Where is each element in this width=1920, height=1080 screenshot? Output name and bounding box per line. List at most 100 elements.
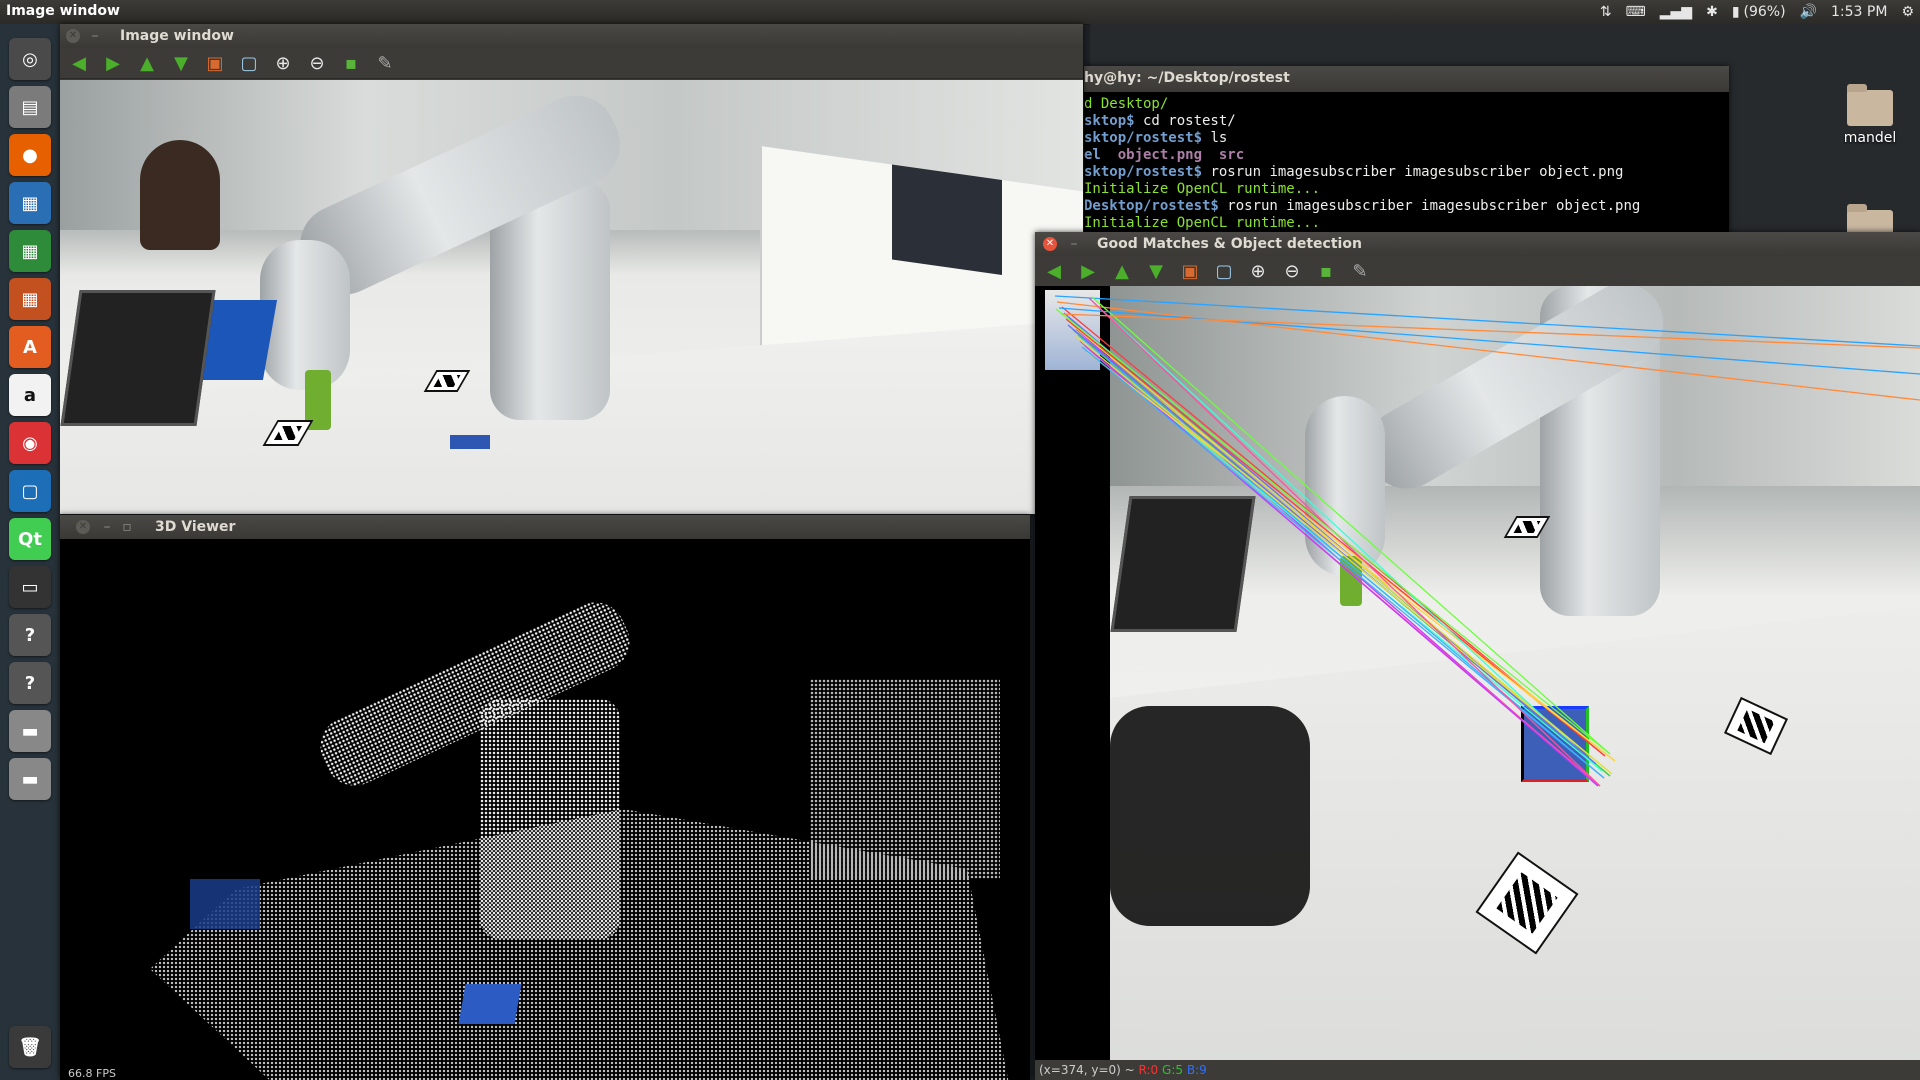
save-icon[interactable]: ▪ <box>1313 259 1339 283</box>
feature-match-line <box>1054 295 1920 347</box>
launcher-calc-icon[interactable]: ▦ <box>9 230 51 272</box>
feature-match-line <box>1091 296 1611 755</box>
feature-match-line <box>1088 297 1601 787</box>
launcher-drive-1-icon[interactable]: ▬ <box>9 710 51 752</box>
arrow-up-icon[interactable]: ▲ <box>134 51 160 75</box>
bluetooth-icon[interactable]: ✱ <box>1706 4 1718 20</box>
terminal-window[interactable]: hy@hy: ~/Desktop/rostest d Desktop/sktop… <box>1084 66 1729 236</box>
terminal-prompt: sktop/rostest$ <box>1084 164 1203 180</box>
point-cloud-canvas[interactable] <box>60 539 1030 1080</box>
save-icon[interactable]: ▪ <box>338 51 364 75</box>
terminal-command: rosrun imagesubscriber imagesubscriber o… <box>1218 198 1641 214</box>
minimize-icon[interactable]: – <box>1067 237 1081 251</box>
top-panel: Image window ⇅ ⌨ ▂▄▆ ✱ ▮ (96%) 🔊 1:53 PM … <box>0 0 1920 25</box>
point-cloud-wall <box>810 679 1000 879</box>
image-window-toolbar: ◀ ▶ ▲ ▼ ▣ ▢ ⊕ ⊖ ▪ ✎ <box>60 48 1083 79</box>
arrow-left-icon[interactable]: ◀ <box>66 51 92 75</box>
zoom-fit-icon[interactable]: ▣ <box>1177 259 1203 283</box>
battery-percent: (96%) <box>1743 4 1786 20</box>
status-coordinates: (x=374, y=0) ~ <box>1039 1063 1135 1077</box>
close-icon[interactable]: ✕ <box>76 520 90 534</box>
image-window-titlebar[interactable]: ✕ – Image window <box>60 24 1083 48</box>
arrow-right-icon[interactable]: ▶ <box>1075 259 1101 283</box>
3d-viewer-titlebar[interactable]: ✕ – ▫ 3D Viewer <box>60 515 1030 539</box>
desktop-folder-mandel[interactable]: mandel <box>1820 84 1920 146</box>
laptop <box>60 290 216 426</box>
launcher-software-center-icon[interactable]: A <box>9 326 51 368</box>
person <box>140 140 220 250</box>
camera-image: Durch die Verwendung von VRFeedback-Tech… <box>60 80 1083 514</box>
launcher-writer-icon[interactable]: ▦ <box>9 182 51 224</box>
maximize-icon[interactable]: ▫ <box>120 520 134 534</box>
launcher-impress-icon[interactable]: ▦ <box>9 278 51 320</box>
volume-icon[interactable]: 🔊 <box>1800 4 1817 20</box>
zoom-in-icon[interactable]: ⊕ <box>270 51 296 75</box>
zoom-original-icon[interactable]: ▢ <box>236 51 262 75</box>
arrow-right-icon[interactable]: ▶ <box>100 51 126 75</box>
feature-match-line <box>1056 301 1920 401</box>
launcher-virtualbox-icon[interactable]: ▢ <box>9 470 51 512</box>
status-red: R:0 <box>1138 1063 1159 1077</box>
keyboard-icon[interactable]: ⌨ <box>1626 4 1646 20</box>
wifi-signal-icon[interactable]: ▂▄▆ <box>1660 4 1692 20</box>
folder-label: mandel <box>1843 130 1897 146</box>
point-cloud-object <box>458 984 522 1024</box>
feature-match-line <box>1060 313 1920 349</box>
point-cloud-blue-box <box>190 879 260 929</box>
terminal-prompt: Desktop/rostest$ <box>1084 198 1219 214</box>
clock[interactable]: 1:53 PM <box>1831 4 1887 20</box>
launcher-firefox-icon[interactable]: ● <box>9 134 51 176</box>
matches-titlebar[interactable]: ✕ – Good Matches & Object detection <box>1035 232 1920 256</box>
terminal-command: cd rostest/ <box>1134 113 1236 129</box>
terminal-prompt: el <box>1084 147 1118 163</box>
launcher-unknown-app-1-icon[interactable]: ? <box>9 614 51 656</box>
close-icon[interactable]: ✕ <box>1043 237 1057 251</box>
zoom-out-icon[interactable]: ⊖ <box>1279 259 1305 283</box>
launcher-unknown-app-2-icon[interactable]: ? <box>9 662 51 704</box>
launcher-ubuntu-dash-icon[interactable]: ◎ <box>9 38 51 80</box>
session-menu-icon[interactable]: ⚙ <box>1901 4 1914 20</box>
unity-launcher: ◎ ▤ ● ▦ ▦ ▦ Aa ◉ ▢ Qt ▭?? ▬ ▬ 🗑 <box>0 24 61 1080</box>
terminal-line: d Desktop/ <box>1084 96 1725 113</box>
feature-match-line <box>1077 334 1605 779</box>
properties-icon[interactable]: ✎ <box>1347 259 1373 283</box>
arrow-up-icon[interactable]: ▲ <box>1109 259 1135 283</box>
launcher-amazon-icon[interactable]: a <box>9 374 51 416</box>
terminal-prompt: Initialize OpenCL runtime... <box>1084 181 1321 197</box>
good-matches-window[interactable]: ✕ – Good Matches & Object detection ◀ ▶ … <box>1035 232 1920 1080</box>
launcher-qt-creator-icon[interactable]: Qt <box>9 518 51 560</box>
zoom-original-icon[interactable]: ▢ <box>1211 259 1237 283</box>
poster-photo <box>892 164 1002 275</box>
battery-indicator[interactable]: ▮ (96%) <box>1732 4 1786 20</box>
minimize-icon[interactable]: – <box>88 29 102 43</box>
status-blue: B:9 <box>1186 1063 1207 1077</box>
terminal-line: sktop/rostest$ ls <box>1084 130 1725 147</box>
arrow-down-icon[interactable]: ▼ <box>168 51 194 75</box>
terminal-prompt: sktop$ <box>1084 113 1135 129</box>
zoom-out-icon[interactable]: ⊖ <box>304 51 330 75</box>
terminal-command: object.png src <box>1117 147 1245 163</box>
matches-image[interactable] <box>1035 286 1920 1060</box>
terminal-prompt: sktop/rostest$ <box>1084 130 1203 146</box>
image-window[interactable]: ✕ – Image window ◀ ▶ ▲ ▼ ▣ ▢ ⊕ ⊖ ▪ ✎ Dur… <box>60 24 1083 514</box>
3d-viewer-window[interactable]: ✕ – ▫ 3D Viewer 66.8 FPS <box>60 515 1030 1080</box>
network-manager-icon[interactable]: ⇅ <box>1600 4 1612 20</box>
terminal-prompt: Initialize OpenCL runtime... <box>1084 215 1321 231</box>
minimize-icon[interactable]: – <box>100 520 114 534</box>
feature-match-line <box>1081 346 1605 779</box>
feature-match-line <box>1093 302 1603 772</box>
launcher-trash-icon[interactable]: 🗑 <box>9 1026 51 1068</box>
launcher-drive-2-icon[interactable]: ▬ <box>9 758 51 800</box>
terminal-output[interactable]: d Desktop/sktop$ cd rostest/sktop/rostes… <box>1084 92 1729 236</box>
launcher-files-icon[interactable]: ▤ <box>9 86 51 128</box>
zoom-fit-icon[interactable]: ▣ <box>202 51 228 75</box>
launcher-terminal-icon[interactable]: ▭ <box>9 566 51 608</box>
arrow-left-icon[interactable]: ◀ <box>1041 259 1067 283</box>
arrow-down-icon[interactable]: ▼ <box>1143 259 1169 283</box>
feature-match-line <box>1079 340 1599 787</box>
close-icon[interactable]: ✕ <box>66 29 80 43</box>
zoom-in-icon[interactable]: ⊕ <box>1245 259 1271 283</box>
properties-icon[interactable]: ✎ <box>372 51 398 75</box>
terminal-titlebar[interactable]: hy@hy: ~/Desktop/rostest <box>1084 66 1729 92</box>
launcher-chrome-icon[interactable]: ◉ <box>9 422 51 464</box>
